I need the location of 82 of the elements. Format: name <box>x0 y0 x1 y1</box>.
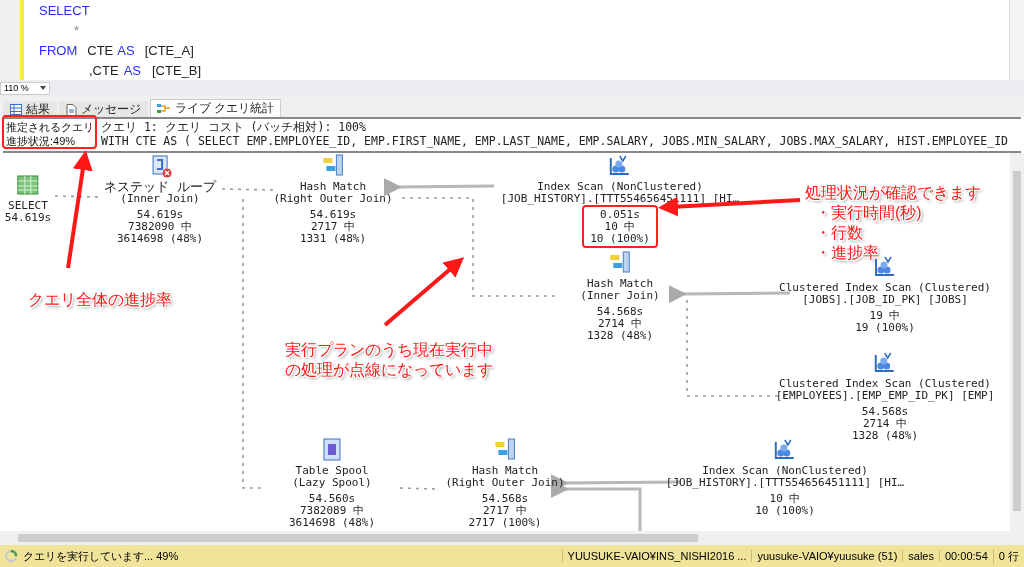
sql-text: ,CTE <box>89 62 119 78</box>
operator-text: (Inner Join) <box>580 290 660 302</box>
operator-text: (Right Outer Join) <box>445 477 565 489</box>
operator-text: 1328 (48%) <box>586 330 654 342</box>
sql-keyword: AS <box>123 62 141 78</box>
operator-text: 54.568s <box>481 493 529 505</box>
operator-text: Hash Match <box>299 181 367 193</box>
operator-text: Clustered Index Scan (Clustered) <box>779 282 991 294</box>
sql-text: * <box>74 22 80 38</box>
progress-label: 進捗状況:49% <box>6 134 77 148</box>
operator-text: 7382089 中 <box>300 505 364 517</box>
scrollbar-thumb[interactable] <box>18 534 698 542</box>
query-sql-text: WITH CTE AS ( SELECT EMP.EMPLOYEE_ID, EMP.FIRST_NAME, EMP.LAST_NAME, EMP.SALARY, JOBS.MIN_SALARY, JOBS.MAX_SALARY, HIST.EMPLOYEE_ID <box>101 134 1008 148</box>
operator-text: 2717 中 <box>310 221 356 233</box>
status-cell: 0 行 <box>992 548 1024 564</box>
operator-text: 0.051s <box>600 209 640 221</box>
operator-text: (Inner Join) <box>120 193 200 205</box>
operator-text: 10 中 <box>769 493 801 505</box>
callout-text: ・行数 <box>814 223 864 243</box>
operator-text: 3614698 (48%) <box>116 233 204 245</box>
callout-text: クエリ全体の進捗率 <box>28 290 172 310</box>
operator-text: 1328 (48%) <box>851 430 919 442</box>
operator-text: 3614698 (48%) <box>288 517 376 529</box>
operator-text: 7382090 中 <box>128 221 192 233</box>
operator-text: Index Scan (NonClustered) <box>702 465 868 477</box>
operator-text: [EMPLOYEES].[EMP_EMP_ID_PK] [EMP] <box>775 390 995 402</box>
operator-text: 2717 (100%) <box>468 517 542 529</box>
operator-text: 1331 (48%) <box>299 233 367 245</box>
grid-icon <box>10 104 22 115</box>
operator-text: [JOB_HISTORY].[TTT554656451111] [HI… <box>500 193 740 205</box>
operator-text: 2717 中 <box>482 505 528 517</box>
sql-keyword: SELECT <box>39 2 90 18</box>
result-tab[interactable]: ライブ クエリ統計 <box>150 99 282 117</box>
operator-text: 10 (100%) <box>590 233 650 245</box>
operator-text: 2714 中 <box>597 318 643 330</box>
status-cell: yuusuke-VAIO¥yuusuke (51) <box>751 550 903 562</box>
status-cell: sales <box>902 550 939 562</box>
operator-text: [JOBS].[JOB_ID_PK] [JOBS] <box>802 294 968 306</box>
status-cell: 00:00:54 <box>939 550 993 562</box>
operator-text: SELECT <box>8 200 48 212</box>
operator-text: Table Spool <box>295 465 369 477</box>
scrollbar-thumb[interactable] <box>1013 171 1021 511</box>
operator-text: 54.619s <box>136 209 184 221</box>
operator-text: Hash Match <box>471 465 539 477</box>
operator-text: 54.560s <box>308 493 356 505</box>
operator-text: 54.619s <box>4 212 52 224</box>
operator-text: Index Scan (NonClustered) <box>537 181 703 193</box>
plan-icon <box>157 102 171 115</box>
caret-icon <box>40 86 46 90</box>
operator-text: ネステッド ループ <box>104 181 216 193</box>
operator-text: [JOB_HISTORY].[TTT554656451111] [HI… <box>665 477 905 489</box>
sql-keyword: AS <box>117 42 135 58</box>
sql-text: [CTE_A] <box>144 42 194 58</box>
status-message: クエリを実行しています... 49% <box>23 548 180 564</box>
sql-keyword: FROM <box>39 42 78 58</box>
operator-text: 10 (100%) <box>755 505 815 517</box>
operator-text: 19 中 <box>869 310 901 322</box>
operator-text: Clustered Index Scan (Clustered) <box>779 378 991 390</box>
callout-text: ・進捗率 <box>814 243 880 263</box>
callout-text: ・実行時間(秒) <box>814 203 923 223</box>
editor-scrollbar[interactable] <box>1009 0 1024 80</box>
operator-text: Hash Match <box>586 278 654 290</box>
operator-text: 54.568s <box>596 306 644 318</box>
operator-text: (Lazy Spool) <box>292 477 372 489</box>
operator-text: (Right Outer Join) <box>273 193 393 205</box>
operator-text: 2714 中 <box>862 418 908 430</box>
operator-text: 54.619s <box>309 209 357 221</box>
operator-text: 54.568s <box>861 406 909 418</box>
callout-text: 実行プランのうち現在実行中 <box>285 340 493 360</box>
query-cost-text: クエリ 1: クエリ コスト (バッチ相対): 100% <box>101 120 367 134</box>
estimated-query-label: 推定されるクエリ <box>6 120 95 134</box>
document-icon <box>66 103 77 116</box>
callout-text: の処理が点線になっています <box>285 360 493 380</box>
result-tab[interactable]: メッセージ <box>59 101 148 117</box>
sql-text: CTE <box>87 42 114 58</box>
spinner-icon <box>4 549 18 563</box>
operator-text: 19 (100%) <box>855 322 915 334</box>
callout-text: 処理状況が確認できます <box>805 183 981 203</box>
zoom-dropdown[interactable]: 110 % <box>0 81 50 95</box>
operator-text: 10 中 <box>604 221 636 233</box>
status-cell: YUUSUKE-VAIO¥INS_NISHI2016 ... <box>561 550 752 562</box>
sql-text: [CTE_B] <box>151 62 202 78</box>
